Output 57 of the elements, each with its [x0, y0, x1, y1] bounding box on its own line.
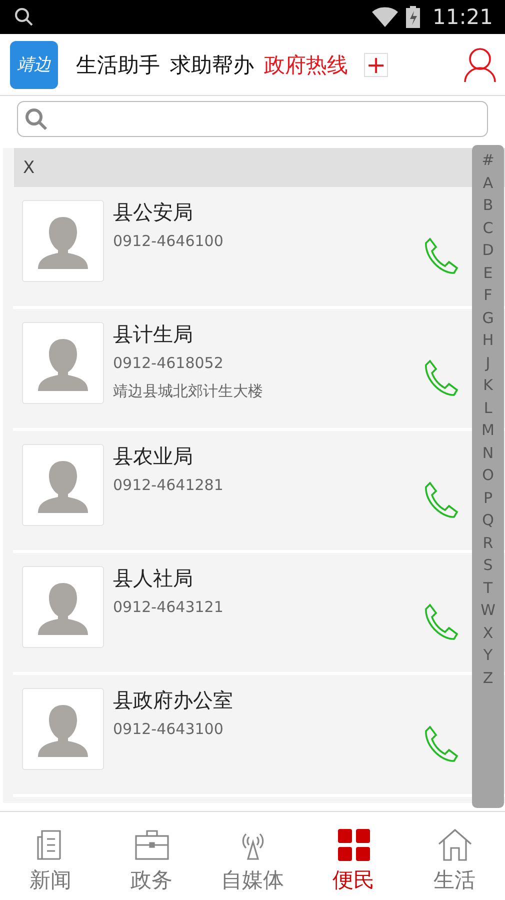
index-letter[interactable]: S: [483, 554, 493, 576]
index-letter[interactable]: G: [482, 306, 494, 329]
home-icon: [438, 828, 472, 862]
index-letter[interactable]: C: [482, 216, 494, 239]
index-letter[interactable]: D: [482, 239, 494, 262]
contact-phone: 0912-4641281: [113, 476, 224, 494]
briefcase-icon: [134, 828, 168, 862]
contact-name: 县公安局: [113, 199, 194, 226]
index-letter[interactable]: J: [486, 352, 490, 374]
index-letter[interactable]: E: [483, 262, 493, 284]
index-letter[interactable]: K: [483, 374, 493, 396]
wifi-icon: [372, 7, 398, 27]
index-letter[interactable]: X: [482, 622, 494, 644]
index-letter[interactable]: R: [482, 532, 494, 554]
contact-address: 靖边县城北郊计生大楼: [113, 382, 263, 401]
status-time: 11:21: [432, 5, 493, 29]
avatar-icon: [22, 688, 104, 770]
index-letter[interactable]: O: [482, 464, 494, 486]
grid-icon: [336, 828, 370, 862]
user-icon[interactable]: [463, 46, 497, 82]
index-letter[interactable]: B: [482, 194, 494, 216]
avatar-icon: [22, 200, 104, 282]
header-tab[interactable]: 政府热线: [264, 50, 348, 78]
nav-tab[interactable]: 政务: [101, 812, 202, 900]
contact-name: 县人社局: [113, 565, 194, 592]
index-letter[interactable]: Y: [483, 644, 493, 666]
battery-icon: [406, 6, 420, 28]
index-letter[interactable]: W: [480, 599, 496, 622]
search-icon: [14, 7, 34, 27]
contact-phone: 0912-4643100: [113, 720, 224, 738]
index-letter[interactable]: L: [484, 396, 492, 419]
nav-tab[interactable]: 新闻: [0, 812, 101, 900]
index-letter[interactable]: P: [483, 486, 493, 509]
index-letter[interactable]: T: [483, 576, 493, 599]
index-letter[interactable]: Q: [482, 509, 494, 532]
nav-tab[interactable]: 生活: [404, 812, 505, 900]
index-letter[interactable]: F: [484, 284, 492, 306]
contact-phone: 0912-4646100: [113, 232, 224, 250]
index-letter[interactable]: H: [482, 329, 494, 352]
search-field[interactable]: [17, 101, 488, 137]
avatar-icon: [22, 322, 104, 404]
add-button[interactable]: +: [364, 52, 388, 76]
header-tab[interactable]: 求助帮办: [170, 50, 254, 78]
contact-phone: 0912-4618052: [113, 354, 224, 372]
index-letter[interactable]: N: [482, 442, 494, 464]
app-logo: 靖边: [10, 40, 58, 88]
contact-name: 县政府办公室: [113, 687, 233, 714]
avatar-icon: [22, 444, 104, 526]
nav-tab[interactable]: 自媒体: [202, 812, 303, 900]
header-tab[interactable]: 生活助手: [76, 50, 160, 78]
nav-tab[interactable]: 便民: [303, 812, 404, 900]
contact-name: 县农业局: [113, 443, 194, 470]
search-icon: [24, 107, 48, 131]
avatar-icon: [22, 566, 104, 648]
index-letter[interactable]: #: [482, 149, 494, 172]
contact-phone: 0912-4643121: [113, 598, 224, 616]
contact-name: 县计生局: [113, 321, 194, 348]
